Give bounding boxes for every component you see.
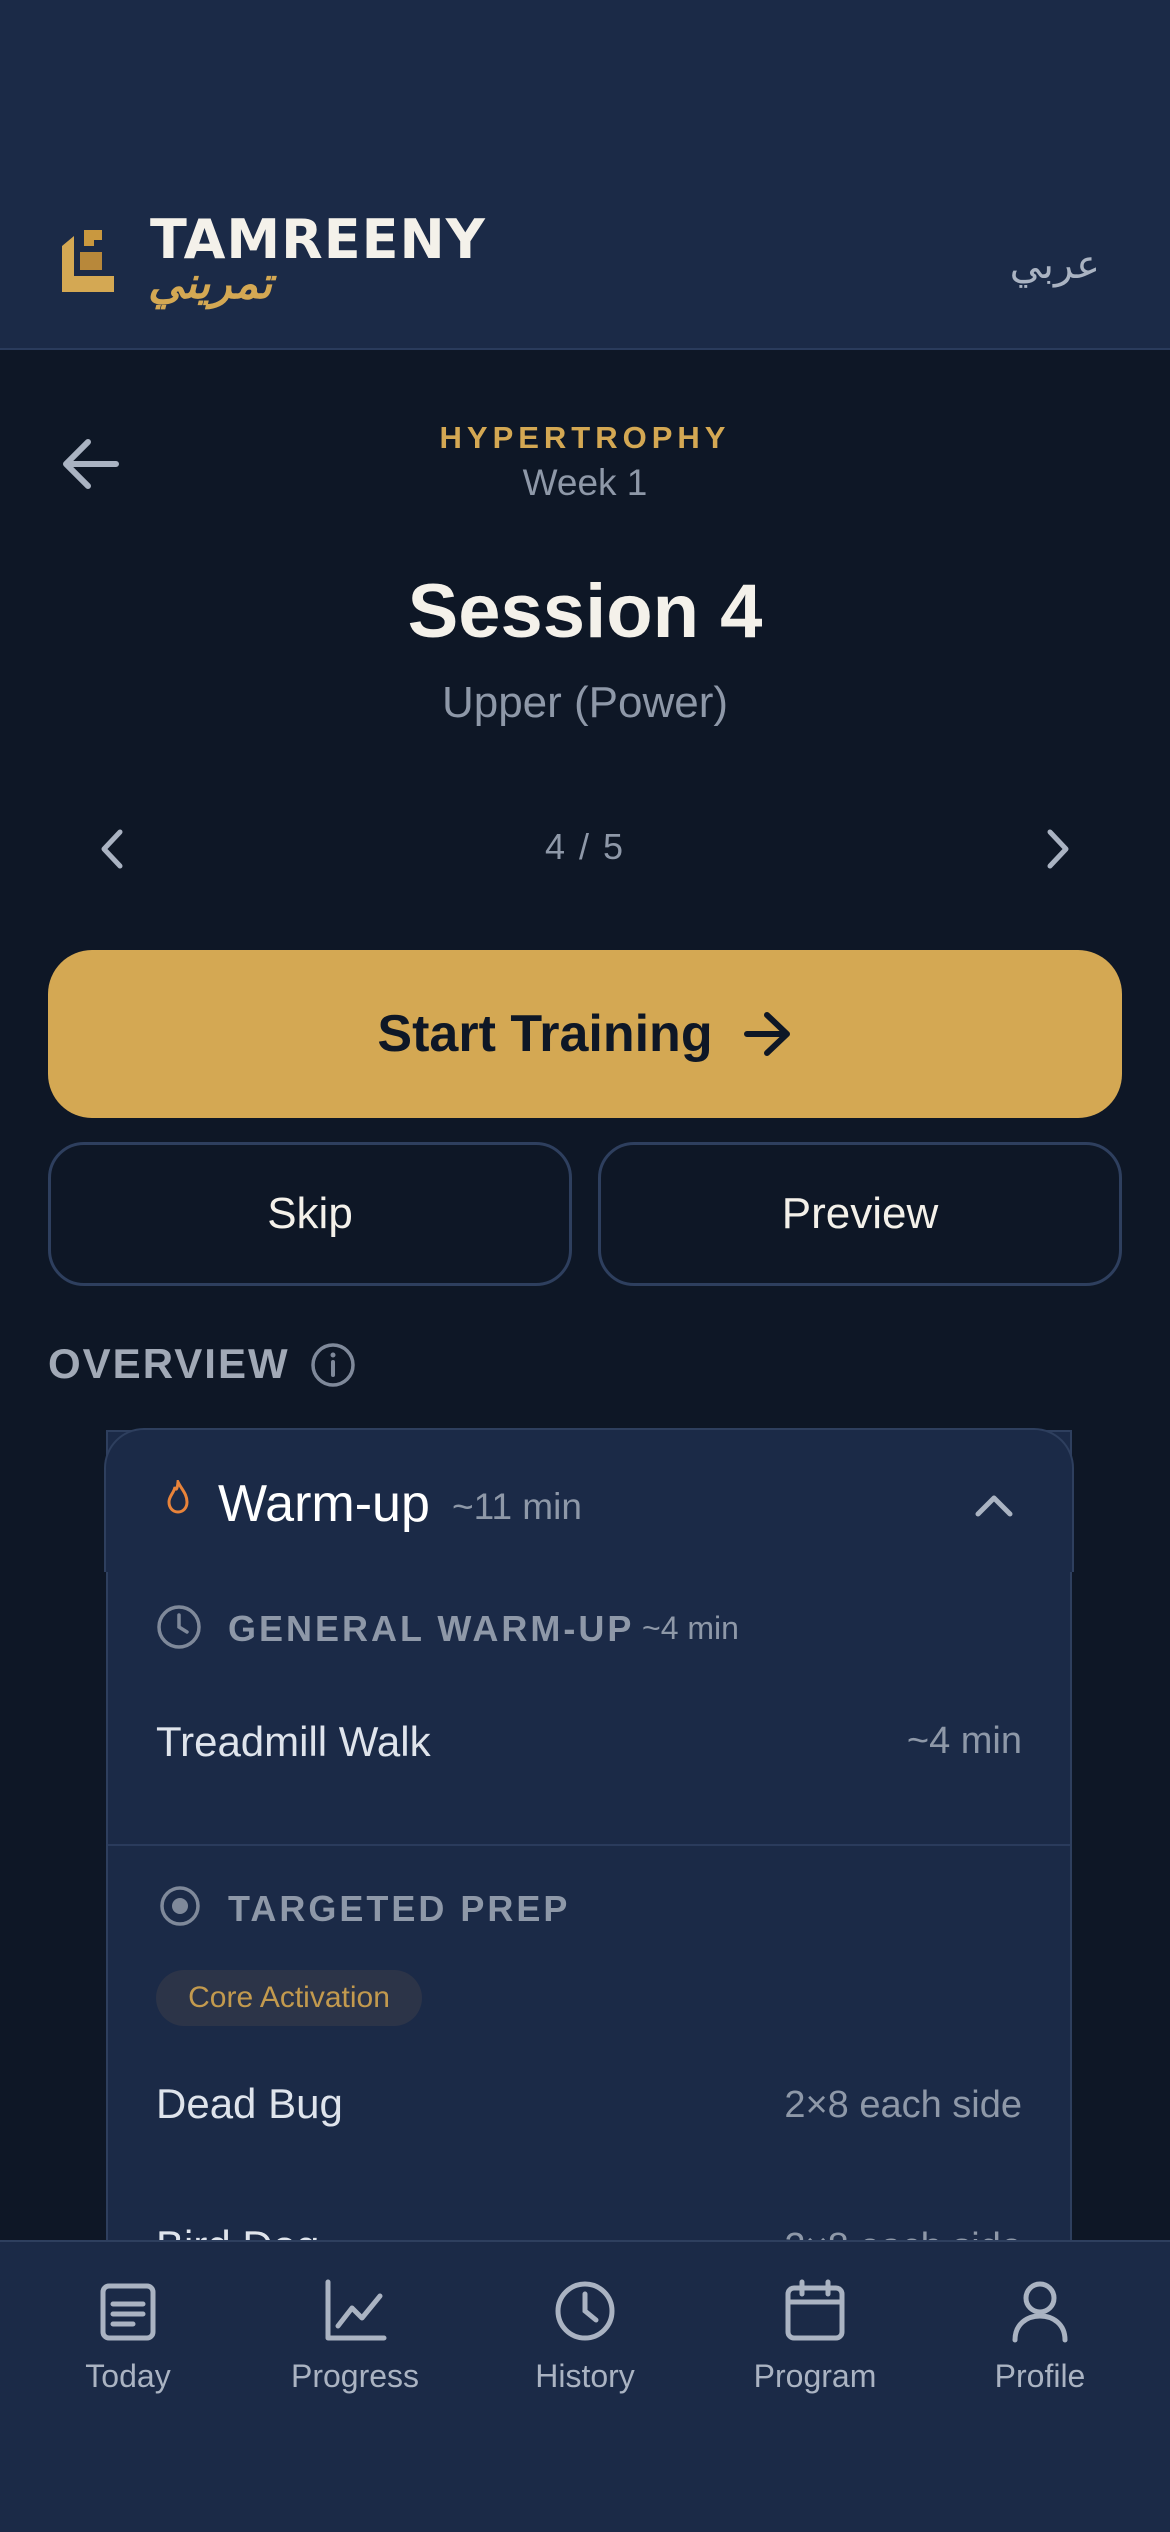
program-name: HYPERTROPHY <box>439 420 731 455</box>
nav-label: Program <box>753 2358 877 2394</box>
today-icon <box>100 2283 156 2341</box>
history-icon <box>555 2281 615 2341</box>
exercise-detail: ~4 min <box>906 1720 1022 1762</box>
info-icon[interactable] <box>310 1342 356 1388</box>
exercise-name: Dead Bug <box>156 2080 343 2127</box>
start-training-label: Start Training <box>377 1005 713 1063</box>
week-label: Week 1 <box>522 462 648 503</box>
section-heading-targeted-prep: TARGETED PREP <box>228 1888 571 1929</box>
preview-button[interactable]: Preview <box>598 1142 1122 1286</box>
brand-arabic-name: تمريني <box>148 258 273 309</box>
profile-icon <box>1012 2281 1068 2343</box>
section-divider <box>108 1844 1070 1846</box>
bottom-nav: Today Progress History Program Profile <box>0 2240 1170 2532</box>
next-session-icon[interactable] <box>1036 826 1078 872</box>
arrow-right-icon <box>743 1012 790 1056</box>
exercise-detail: 2×8 each side <box>784 2084 1022 2126</box>
nav-label: Progress <box>290 2358 420 2394</box>
skip-button[interactable]: Skip <box>48 1142 572 1286</box>
nav-item-program[interactable]: Program <box>715 2278 915 2408</box>
language-toggle[interactable]: عربي <box>1010 242 1100 288</box>
target-icon <box>160 1886 200 1926</box>
nav-item-history[interactable]: History <box>485 2278 685 2408</box>
nav-item-progress[interactable]: Progress <box>255 2278 455 2408</box>
logo-icon <box>62 230 114 292</box>
start-training-button[interactable]: Start Training <box>48 950 1122 1118</box>
chevron-up-icon[interactable] <box>974 1490 1014 1520</box>
session-subtitle: Upper (Power) <box>441 678 729 727</box>
section-heading-general-warmup: GENERAL WARM-UP <box>228 1608 635 1649</box>
overview-heading: OVERVIEW <box>48 1340 290 1387</box>
warmup-duration: ~11 min <box>452 1486 582 1527</box>
program-icon <box>785 2279 845 2341</box>
session-title: Session 4 <box>407 569 763 654</box>
nav-label: History <box>535 2358 635 2394</box>
nav-label: Profile <box>994 2358 1086 2394</box>
clock-icon <box>157 1605 201 1649</box>
warmup-title: Warm-up <box>218 1475 430 1533</box>
nav-label: Today <box>85 2358 171 2394</box>
flame-icon <box>167 1480 189 1514</box>
app-header: TAMREENY تمريني عربي <box>0 0 1170 350</box>
section-duration: ~4 min <box>642 1610 739 1646</box>
session-pager-count: 4 / 5 <box>544 826 626 867</box>
progress-icon <box>325 2279 387 2341</box>
nav-item-profile[interactable]: Profile <box>940 2278 1140 2408</box>
exercise-name: Treadmill Walk <box>156 1718 431 1765</box>
focus-tag: Core Activation <box>156 1970 422 2026</box>
nav-item-today[interactable]: Today <box>28 2278 228 2408</box>
